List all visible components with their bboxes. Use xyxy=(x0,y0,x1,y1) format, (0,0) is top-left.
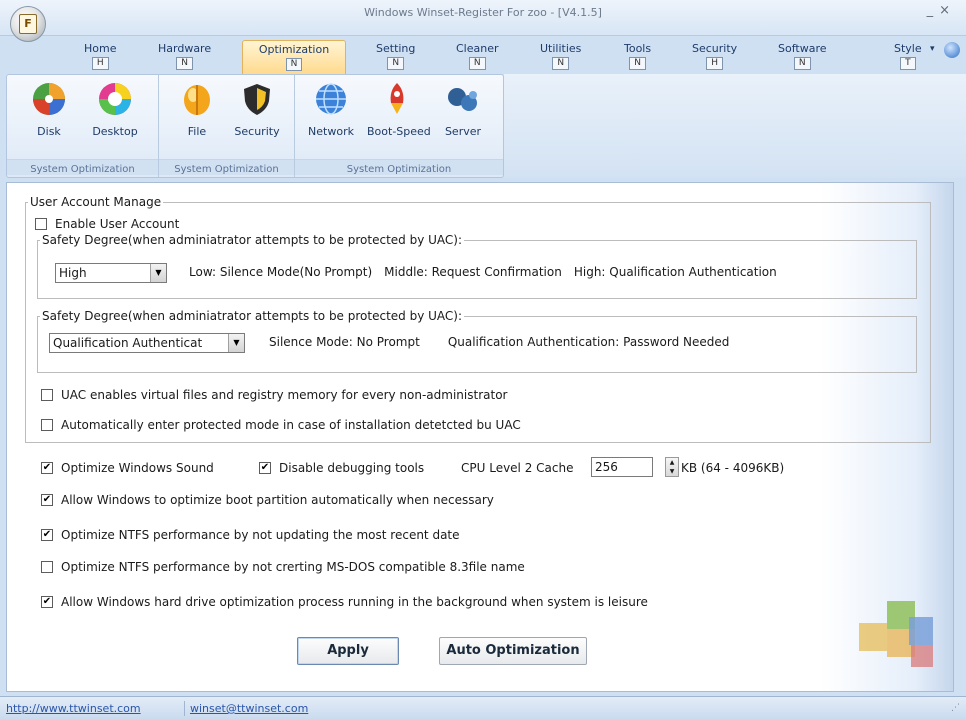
admin-safety-select[interactable]: High ▼ xyxy=(55,263,167,283)
ribbon-background xyxy=(504,74,966,178)
standard-safety-descriptions: Silence Mode: No Prompt Qualification Au… xyxy=(269,335,730,349)
shield-icon xyxy=(244,84,270,115)
resize-grip-icon[interactable]: ⋰ xyxy=(951,703,960,713)
cubes-logo-icon xyxy=(859,601,933,667)
apply-button[interactable]: Apply xyxy=(297,637,399,665)
cpu-cache-spinner[interactable]: ▲ ▼ xyxy=(665,457,679,477)
group-label: System Optimization xyxy=(7,159,158,175)
tab-style[interactable]: Style T xyxy=(888,40,928,70)
style-dropdown-icon[interactable]: ▾ xyxy=(930,44,935,54)
enable-user-account-label: Enable User Account xyxy=(55,217,180,231)
ribbon-group-3: Network Boot-Speed Server System Optimiz… xyxy=(295,75,503,177)
tab-setting[interactable]: Setting N xyxy=(370,40,421,70)
cpu-cache-input[interactable]: 256 xyxy=(591,457,653,477)
file-icon xyxy=(184,85,210,115)
status-bar: http://www.ttwinset.com winset@ttwinset.… xyxy=(0,696,966,720)
server-button[interactable]: Server xyxy=(433,79,493,143)
disk-icon xyxy=(33,83,65,115)
optimize-boot-checkbox[interactable]: ✔ xyxy=(41,494,53,506)
ntfs-date-checkbox[interactable]: ✔ xyxy=(41,529,53,541)
optimize-sound-checkbox[interactable]: ✔ xyxy=(41,462,53,474)
ntfs-dos-checkbox[interactable] xyxy=(41,561,53,573)
uac-virtual-checkbox[interactable] xyxy=(41,389,53,401)
cpu-cache-label: CPU Level 2 Cache xyxy=(461,461,574,475)
optimize-boot-row[interactable]: ✔ Allow Windows to optimize boot partiti… xyxy=(41,493,494,507)
help-icon[interactable] xyxy=(944,42,960,58)
uac-legend: User Account Manage xyxy=(30,195,162,209)
close-button[interactable]: × xyxy=(939,3,956,18)
chevron-down-icon: ▼ xyxy=(150,264,166,282)
ntfs-date-row[interactable]: ✔ Optimize NTFS performance by not updat… xyxy=(41,528,460,542)
auto-optimization-button[interactable]: Auto Optimization xyxy=(439,637,587,665)
tab-cleaner[interactable]: Cleaner N xyxy=(450,40,505,70)
enable-user-account-checkbox[interactable] xyxy=(35,218,47,230)
disable-debug-row[interactable]: ✔ Disable debugging tools xyxy=(259,461,424,475)
tab-utilities[interactable]: Utilities N xyxy=(534,40,587,70)
app-menu-button[interactable]: F xyxy=(10,6,46,42)
uac-virtual-row[interactable]: UAC enables virtual files and registry m… xyxy=(41,388,507,402)
rocket-icon xyxy=(390,83,404,114)
ribbon-panel: Disk Desktop System Optimization File Se… xyxy=(6,74,504,178)
status-separator xyxy=(184,701,185,716)
network-button[interactable]: Network xyxy=(301,79,361,143)
tab-software[interactable]: Software N xyxy=(772,40,833,70)
enable-user-account-row[interactable]: Enable User Account xyxy=(35,217,179,231)
server-icon xyxy=(448,88,477,111)
window-controls: _× xyxy=(927,3,956,18)
hdd-optimize-row[interactable]: ✔ Allow Windows hard drive optimization … xyxy=(41,595,648,609)
content-panel: User Account Manage Enable User Account … xyxy=(6,182,954,692)
group-label: System Optimization xyxy=(159,159,294,175)
globe-icon xyxy=(316,83,346,115)
admin-safety-descriptions: Low: Silence Mode(No Prompt) Middle: Req… xyxy=(189,265,777,279)
tab-tools[interactable]: Tools N xyxy=(618,40,657,70)
tab-home[interactable]: Home H xyxy=(78,40,122,70)
ntfs-dos-row[interactable]: Optimize NTFS performance by not crertin… xyxy=(41,560,525,574)
standard-safety-legend: Safety Degree(when adminiatrator attempt… xyxy=(42,309,463,323)
email-link[interactable]: winset@ttwinset.com xyxy=(190,702,308,715)
ribbon-group-1: Disk Desktop System Optimization xyxy=(7,75,159,177)
optimize-sound-row[interactable]: ✔ Optimize Windows Sound xyxy=(41,461,214,475)
minimize-button[interactable]: _ xyxy=(927,3,940,18)
app-logo-icon: F xyxy=(19,14,37,34)
standard-safety-select[interactable]: Qualification Authenticat ▼ xyxy=(49,333,245,353)
tab-security[interactable]: Security H xyxy=(686,40,743,70)
file-button[interactable]: File xyxy=(167,79,227,143)
website-link[interactable]: http://www.ttwinset.com xyxy=(6,702,141,715)
ribbon-tabs: Home H Hardware N Optimization N Setting N C… xyxy=(0,36,966,76)
tab-hardware[interactable]: Hardware N xyxy=(152,40,217,70)
disk-button[interactable]: Disk xyxy=(19,79,79,143)
group-label: System Optimization xyxy=(295,159,503,175)
ribbon-group-2: File Security System Optimization xyxy=(159,75,295,177)
desktop-icon xyxy=(99,83,131,115)
tab-optimization[interactable]: Optimization N xyxy=(242,40,346,76)
admin-safety-legend: Safety Degree(when adminiatrator attempt… xyxy=(42,233,463,247)
disable-debug-checkbox[interactable]: ✔ xyxy=(259,462,271,474)
hdd-optimize-checkbox[interactable]: ✔ xyxy=(41,596,53,608)
cpu-cache-unit: KB (64 - 4096KB) xyxy=(681,461,785,475)
uac-protected-checkbox[interactable] xyxy=(41,419,53,431)
title-bar: Windows Winset-Register For zoo - [V4.1.… xyxy=(0,0,966,36)
security-button[interactable]: Security xyxy=(227,79,287,143)
window-title: Windows Winset-Register For zoo - [V4.1.… xyxy=(364,6,602,19)
boot-speed-button[interactable]: Boot-Speed xyxy=(367,79,431,143)
uac-protected-row[interactable]: Automatically enter protected mode in ca… xyxy=(41,418,521,432)
chevron-down-icon: ▼ xyxy=(228,334,244,352)
desktop-button[interactable]: Desktop xyxy=(85,79,145,143)
